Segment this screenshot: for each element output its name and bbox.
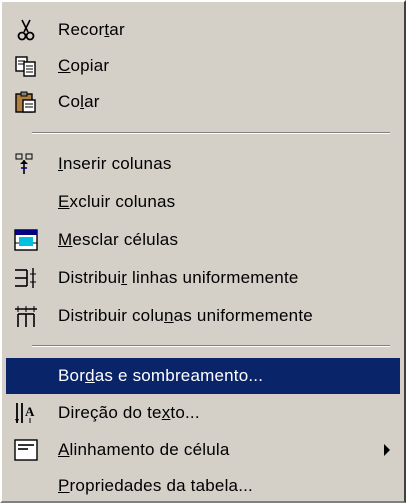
- menu-item-insert-columns[interactable]: Inserir colunas: [10, 146, 396, 182]
- menu-item-label-rest: ropriedades da tabela...: [69, 476, 253, 495]
- accelerator-key: C: [58, 56, 71, 75]
- menu-separator: [32, 132, 390, 134]
- scissors-icon: [14, 18, 38, 42]
- menu-item-delete-columns[interactable]: Excluir colunas: [10, 184, 396, 220]
- accelerator-key: P: [58, 476, 70, 495]
- merge-cells-icon: [14, 228, 38, 252]
- menu-item-distribute-columns[interactable]: Distribuir colunas uniformemente: [10, 298, 396, 334]
- menu-item-label-rest: ar: [84, 92, 100, 111]
- svg-text:A: A: [25, 404, 35, 419]
- menu-item-label: Distribuir colu: [58, 306, 164, 325]
- distribute-rows-icon: [14, 266, 38, 290]
- menu-item-label-rest: opiar: [70, 56, 110, 75]
- menu-item-label-rest: linhamento de célula: [69, 440, 230, 459]
- menu-item-label: Co: [58, 92, 81, 111]
- accelerator-key: M: [58, 230, 73, 249]
- menu-item-text-direction[interactable]: A Direção do texto...: [10, 395, 396, 431]
- insert-columns-icon: [14, 152, 38, 176]
- context-menu: Recortar Copiar Colar Inserir colunas Ex…: [0, 0, 406, 503]
- menu-item-paste[interactable]: Colar: [10, 84, 396, 120]
- menu-item-label-rest: to...: [170, 403, 200, 422]
- accelerator-key: d: [85, 366, 95, 385]
- copy-icon: [14, 54, 38, 78]
- menu-item-label: Bor: [58, 366, 86, 385]
- cell-alignment-icon: [14, 438, 38, 462]
- menu-item-distribute-rows[interactable]: Distribuir linhas uniformemente: [10, 260, 396, 296]
- menu-item-label-rest: xcluir colunas: [69, 192, 176, 211]
- text-direction-icon: A: [14, 401, 38, 425]
- menu-item-label-rest: ar: [109, 20, 125, 39]
- accelerator-key: E: [58, 192, 70, 211]
- menu-item-cell-alignment[interactable]: Alinhamento de célula: [10, 432, 396, 468]
- distribute-columns-icon: [14, 304, 38, 328]
- menu-item-label-rest: nserir colunas: [62, 154, 172, 173]
- menu-item-label-rest: linhas uniformemente: [127, 268, 299, 287]
- menu-item-label: Distribui: [58, 268, 122, 287]
- menu-item-label-rest: as e sombreamento...: [94, 366, 264, 385]
- menu-item-label-rest: as uniformemente: [173, 306, 313, 325]
- menu-separator: [32, 345, 390, 347]
- menu-item-label-rest: esclar células: [72, 230, 179, 249]
- menu-item-merge-cells[interactable]: Mesclar células: [10, 222, 396, 258]
- accelerator-key: n: [163, 306, 174, 325]
- menu-item-label: Direção do te: [58, 403, 162, 422]
- paste-icon: [14, 90, 38, 114]
- menu-item-label: Recor: [58, 20, 105, 39]
- submenu-arrow-icon: [384, 444, 390, 456]
- menu-item-cut[interactable]: Recortar: [10, 12, 396, 48]
- accelerator-key: A: [58, 440, 70, 459]
- menu-item-table-properties[interactable]: Propriedades da tabela...: [10, 468, 396, 504]
- menu-item-copy[interactable]: Copiar: [10, 48, 396, 84]
- menu-item-borders-shading[interactable]: Bordas e sombreamento...: [6, 358, 400, 394]
